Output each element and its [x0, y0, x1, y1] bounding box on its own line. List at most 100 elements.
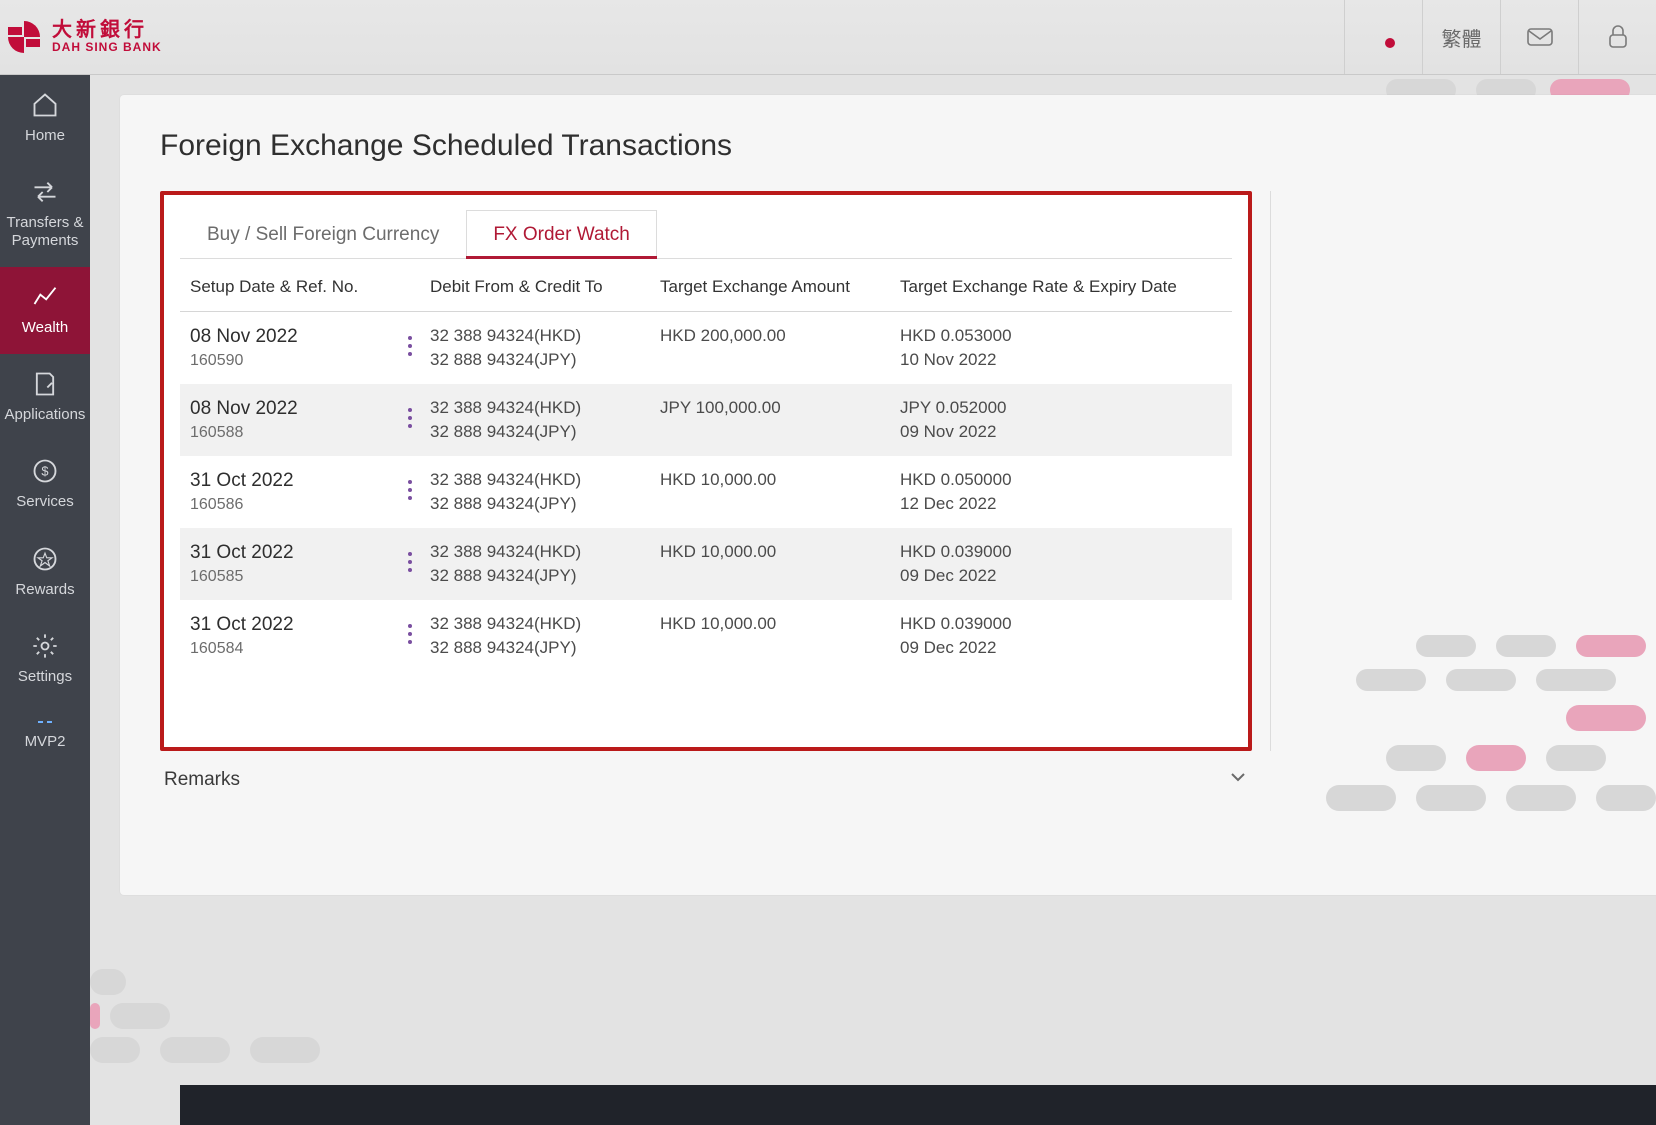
row-actions-menu[interactable]: [390, 470, 430, 510]
ref-no: 160585: [190, 568, 390, 586]
decor-pill: [1416, 785, 1486, 811]
services-icon: $: [31, 457, 59, 485]
sidebar-item-services[interactable]: $ Services: [0, 441, 90, 528]
ref-no: 160588: [190, 424, 390, 442]
bank-name-en: DAH SING BANK: [52, 41, 162, 54]
tab-buy-sell-fx[interactable]: Buy / Sell Foreign Currency: [180, 210, 466, 259]
sidebar-nav: Home Transfers & Payments Wealth Applica…: [0, 75, 90, 1125]
ref-no: 160586: [190, 496, 390, 514]
sidebar-item-label: Applications: [5, 406, 86, 423]
target-amount: HKD 10,000.00: [660, 470, 900, 490]
ref-no: 160590: [190, 352, 390, 370]
vertical-divider: [1270, 191, 1271, 751]
fx-order-panel: Buy / Sell Foreign Currency FX Order Wat…: [160, 191, 1252, 751]
wealth-icon: [31, 283, 59, 311]
credit-account: 32 888 94324(JPY): [430, 638, 660, 658]
decor-pill: [1446, 669, 1516, 691]
decor-pill: [110, 1003, 170, 1029]
credit-account: 32 888 94324(JPY): [430, 566, 660, 586]
bank-logo: 大新銀行 DAH SING BANK: [0, 19, 162, 55]
setup-date: 31 Oct 2022: [190, 542, 390, 564]
chevron-down-icon: [1228, 767, 1248, 793]
table-row: 08 Nov 2022 160588 32 388 94324(HKD) 32 …: [180, 384, 1232, 456]
mail-icon[interactable]: [1500, 0, 1578, 74]
row-actions-menu[interactable]: [390, 326, 430, 366]
footer-strip: [180, 1085, 1656, 1125]
bank-logo-text: 大新銀行 DAH SING BANK: [52, 20, 162, 54]
expiry-date: 09 Dec 2022: [900, 566, 1222, 586]
debit-account: 32 388 94324(HKD): [430, 470, 660, 490]
decor-pill: [1576, 635, 1646, 657]
col-rate-expiry: Target Exchange Rate & Expiry Date: [900, 277, 1222, 297]
sidebar-item-label: MVP2: [25, 733, 66, 750]
decor-pill: [250, 1037, 320, 1063]
sidebar-item-wealth[interactable]: Wealth: [0, 267, 90, 354]
decor-pill: [1466, 745, 1526, 771]
target-amount: JPY 100,000.00: [660, 398, 900, 418]
target-rate: HKD 0.039000: [900, 542, 1222, 562]
bank-logo-mark: [6, 19, 42, 55]
target-rate: HKD 0.053000: [900, 326, 1222, 346]
sidebar-item-rewards[interactable]: Rewards: [0, 529, 90, 616]
row-actions-menu[interactable]: [390, 398, 430, 438]
table-row: 31 Oct 2022 160586 32 388 94324(HKD) 32 …: [180, 456, 1232, 528]
decor-pill: [1506, 785, 1576, 811]
remarks-toggle[interactable]: Remarks: [160, 759, 1252, 793]
decor-pill: [1566, 705, 1646, 731]
decor-pill: [1546, 745, 1606, 771]
sidebar-item-label: Rewards: [15, 581, 74, 598]
sidebar-item-label: Services: [16, 493, 74, 510]
decor-pill: [90, 1037, 140, 1063]
content-card: Foreign Exchange Scheduled Transactions …: [120, 95, 1656, 895]
apps-menu-button[interactable]: [1344, 0, 1422, 74]
col-setup-date: Setup Date & Ref. No.: [190, 277, 430, 297]
decor-pill: [1536, 669, 1616, 691]
table-header: Setup Date & Ref. No. Debit From & Credi…: [180, 259, 1232, 312]
sidebar-item-settings[interactable]: Settings: [0, 616, 90, 703]
table-body: 08 Nov 2022 160590 32 388 94324(HKD) 32 …: [180, 312, 1232, 672]
sidebar-item-mvp2[interactable]: MVP2: [0, 703, 90, 768]
sidebar-item-home[interactable]: Home: [0, 75, 90, 162]
sidebar-item-label: Transfers & Payments: [4, 214, 86, 249]
applications-icon: [31, 370, 59, 398]
decor-pill: [1596, 785, 1656, 811]
page-title: Foreign Exchange Scheduled Transactions: [160, 129, 1616, 163]
decor-pill: [160, 1037, 230, 1063]
target-rate: JPY 0.052000: [900, 398, 1222, 418]
target-amount: HKD 10,000.00: [660, 542, 900, 562]
svg-text:$: $: [41, 464, 48, 479]
decor-pill: [90, 1003, 100, 1029]
credit-account: 32 888 94324(JPY): [430, 494, 660, 514]
expiry-date: 09 Dec 2022: [900, 638, 1222, 658]
decor-pill: [1496, 635, 1556, 657]
setup-date: 31 Oct 2022: [190, 614, 390, 636]
decor-pill: [1416, 635, 1476, 657]
tab-fx-order-watch[interactable]: FX Order Watch: [466, 210, 657, 259]
panel-tabs: Buy / Sell Foreign Currency FX Order Wat…: [180, 209, 1232, 259]
decor-pill: [1386, 745, 1446, 771]
sidebar-item-transfers[interactable]: Transfers & Payments: [0, 162, 90, 267]
home-icon: [31, 91, 59, 119]
decor-pill: [1356, 669, 1426, 691]
row-actions-menu[interactable]: [390, 614, 430, 654]
lock-icon[interactable]: [1578, 0, 1656, 74]
target-amount: HKD 10,000.00: [660, 614, 900, 634]
sidebar-item-applications[interactable]: Applications: [0, 354, 90, 441]
row-actions-menu[interactable]: [390, 542, 430, 582]
settings-icon: [31, 632, 59, 660]
remarks-label: Remarks: [164, 769, 240, 791]
setup-date: 31 Oct 2022: [190, 470, 390, 492]
debit-account: 32 388 94324(HKD): [430, 326, 660, 346]
debit-account: 32 388 94324(HKD): [430, 398, 660, 418]
language-toggle[interactable]: 繁體: [1422, 0, 1500, 74]
expiry-date: 12 Dec 2022: [900, 494, 1222, 514]
main-area: Foreign Exchange Scheduled Transactions …: [90, 75, 1656, 1125]
table-row: 08 Nov 2022 160590 32 388 94324(HKD) 32 …: [180, 312, 1232, 384]
setup-date: 08 Nov 2022: [190, 326, 390, 348]
sidebar-item-label: Settings: [18, 668, 72, 685]
sidebar-item-label: Wealth: [22, 319, 68, 336]
credit-account: 32 888 94324(JPY): [430, 422, 660, 442]
decor-pill: [90, 969, 126, 995]
dash-icon: [37, 719, 53, 725]
col-target-amount: Target Exchange Amount: [660, 277, 900, 297]
